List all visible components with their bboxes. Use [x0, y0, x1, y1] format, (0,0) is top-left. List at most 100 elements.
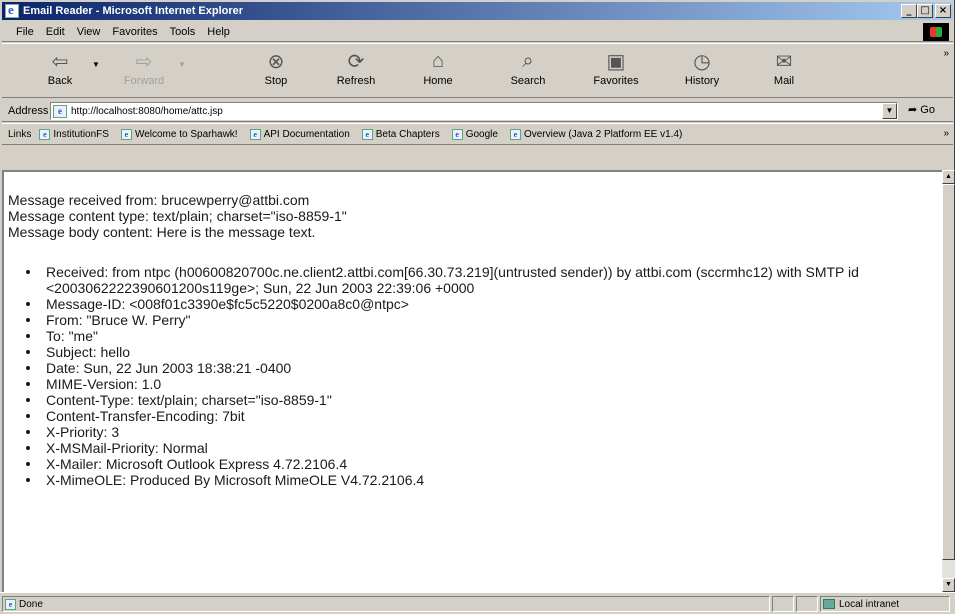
header-item: To: "me" [26, 328, 938, 344]
forward-dropdown-icon[interactable]: ▼ [178, 60, 186, 69]
address-dropdown-icon[interactable]: ▼ [882, 103, 897, 119]
link-page-icon: e [120, 128, 132, 140]
go-arrow-icon: ➦ [908, 104, 918, 116]
page-content: Message received from: brucewperry@attbi… [2, 170, 942, 592]
forward-button[interactable]: ⇨ Forward [114, 46, 174, 92]
link-api-documentation[interactable]: e API Documentation [249, 128, 350, 140]
address-input[interactable] [71, 104, 897, 118]
minimize-button[interactable]: _ [901, 4, 917, 18]
toolbar-overflow-icon[interactable]: » [943, 48, 949, 59]
go-label: Go [920, 104, 935, 116]
favorites-label: Favorites [593, 75, 639, 87]
refresh-button[interactable]: ⟳ Refresh [326, 46, 386, 92]
refresh-icon: ⟳ [347, 50, 365, 73]
message-content-type-line: Message content type: text/plain; charse… [8, 208, 347, 224]
stop-label: Stop [264, 75, 288, 87]
message-body-line: Message body content: Here is the messag… [8, 224, 316, 240]
search-button[interactable]: ⌕ Search [498, 46, 558, 92]
page-done-icon: e [5, 598, 16, 610]
back-button[interactable]: ⇦ Back [30, 46, 90, 92]
window-title: Email Reader - Microsoft Internet Explor… [23, 5, 244, 17]
home-button[interactable]: ⌂ Home [408, 46, 468, 92]
forward-label: Forward [123, 75, 165, 87]
link-page-icon: e [451, 128, 463, 140]
scroll-down-button[interactable]: ▼ [942, 578, 955, 592]
status-bar: e Done Local intranet [0, 592, 955, 614]
menu-edit[interactable]: Edit [40, 26, 71, 38]
title-bar[interactable]: Email Reader - Microsoft Internet Explor… [2, 2, 953, 20]
ie-logo-icon [5, 2, 19, 18]
links-bar: Links e InstitutionFS e Welcome to Sparhaw… [2, 123, 953, 145]
stop-button[interactable]: ⊗ Stop [246, 46, 306, 92]
intranet-zone-icon [823, 599, 835, 609]
mail-icon: ✉ [775, 50, 793, 73]
home-icon: ⌂ [431, 49, 445, 72]
header-item: X-MSMail-Priority: Normal [26, 440, 938, 456]
refresh-label: Refresh [336, 75, 376, 87]
windows-logo-icon [923, 23, 949, 41]
links-overflow-icon[interactable]: » [943, 128, 949, 139]
back-dropdown-icon[interactable]: ▼ [92, 60, 100, 69]
back-arrow-icon: ⇦ [51, 50, 69, 73]
links-label: Links [8, 128, 32, 140]
menu-favorites[interactable]: Favorites [106, 26, 163, 38]
link-label: Google [465, 128, 498, 140]
page-icon: e [53, 104, 67, 118]
header-item: From: "Bruce W. Perry" [26, 312, 938, 328]
status-text: Done [19, 598, 43, 610]
mail-button[interactable]: ✉ Mail [754, 46, 814, 92]
header-item: Subject: hello [26, 344, 938, 360]
home-label: Home [423, 75, 453, 87]
history-button[interactable]: ◷ History [672, 46, 732, 92]
message-from-line: Message received from: brucewperry@attbi… [8, 192, 310, 208]
header-item: Content-Type: text/plain; charset="iso-8… [26, 392, 938, 408]
link-overview-j2ee[interactable]: e Overview (Java 2 Platform EE v1.4) [509, 128, 683, 140]
status-text-cell: e Done [2, 596, 770, 612]
link-label: InstitutionFS [53, 128, 109, 140]
link-label: Overview (Java 2 Platform EE v1.4) [523, 128, 683, 140]
back-label: Back [47, 75, 73, 87]
history-label: History [684, 75, 720, 87]
go-button[interactable]: ➦ Go [908, 103, 935, 116]
link-label: Welcome to Sparhawk! [134, 128, 238, 140]
header-item: X-MimeOLE: Produced By Microsoft MimeOLE… [26, 472, 938, 488]
link-institutionfs[interactable]: e InstitutionFS [39, 128, 109, 140]
link-page-icon: e [249, 128, 261, 140]
header-item: X-Priority: 3 [26, 424, 938, 440]
security-zone-label: Local intranet [839, 598, 900, 610]
link-google[interactable]: e Google [451, 128, 498, 140]
scroll-thumb[interactable] [942, 184, 955, 560]
menu-file[interactable]: File [10, 26, 40, 38]
link-label: Beta Chapters [375, 128, 440, 140]
header-item: Received: from ntpc (h00600820700c.ne.cl… [26, 264, 938, 296]
scroll-up-button[interactable]: ▲ [942, 170, 955, 184]
link-welcome-sparhawk[interactable]: e Welcome to Sparhawk! [120, 128, 238, 140]
header-item: Date: Sun, 22 Jun 2003 18:38:21 -0400 [26, 360, 938, 376]
menu-tools[interactable]: Tools [164, 26, 202, 38]
history-icon: ◷ [693, 50, 711, 73]
vertical-scrollbar[interactable]: ▲ ▼ [942, 170, 955, 592]
search-icon: ⌕ [522, 49, 534, 72]
link-beta-chapters[interactable]: e Beta Chapters [361, 128, 440, 140]
favorites-button[interactable]: ▣ Favorites [586, 46, 646, 92]
search-label: Search [510, 75, 546, 87]
close-button[interactable]: × [935, 4, 951, 18]
link-page-icon: e [361, 128, 373, 140]
status-cell-progress [772, 596, 794, 612]
address-bar: Address e ▼ ➦ Go [2, 100, 953, 122]
menu-help[interactable]: Help [201, 26, 236, 38]
window-controls: _ □ × [901, 4, 951, 18]
header-item: Content-Transfer-Encoding: 7bit [26, 408, 938, 424]
maximize-button[interactable]: □ [917, 4, 933, 18]
favorites-folder-icon: ▣ [606, 50, 626, 73]
standard-toolbar: ⇦ Back ▼ ⇨ Forward ▼ ⊗ Stop ⟳ Refresh ⌂ … [2, 43, 953, 98]
link-page-icon: e [509, 128, 521, 140]
address-field[interactable]: e ▼ [50, 102, 898, 120]
menu-bar: File Edit View Favorites Tools Help [2, 22, 953, 42]
status-cell-security [796, 596, 818, 612]
link-label: API Documentation [263, 128, 350, 140]
header-item: MIME-Version: 1.0 [26, 376, 938, 392]
security-zone-cell: Local intranet [820, 596, 950, 612]
menu-view[interactable]: View [71, 26, 107, 38]
forward-arrow-icon: ⇨ [135, 50, 153, 73]
